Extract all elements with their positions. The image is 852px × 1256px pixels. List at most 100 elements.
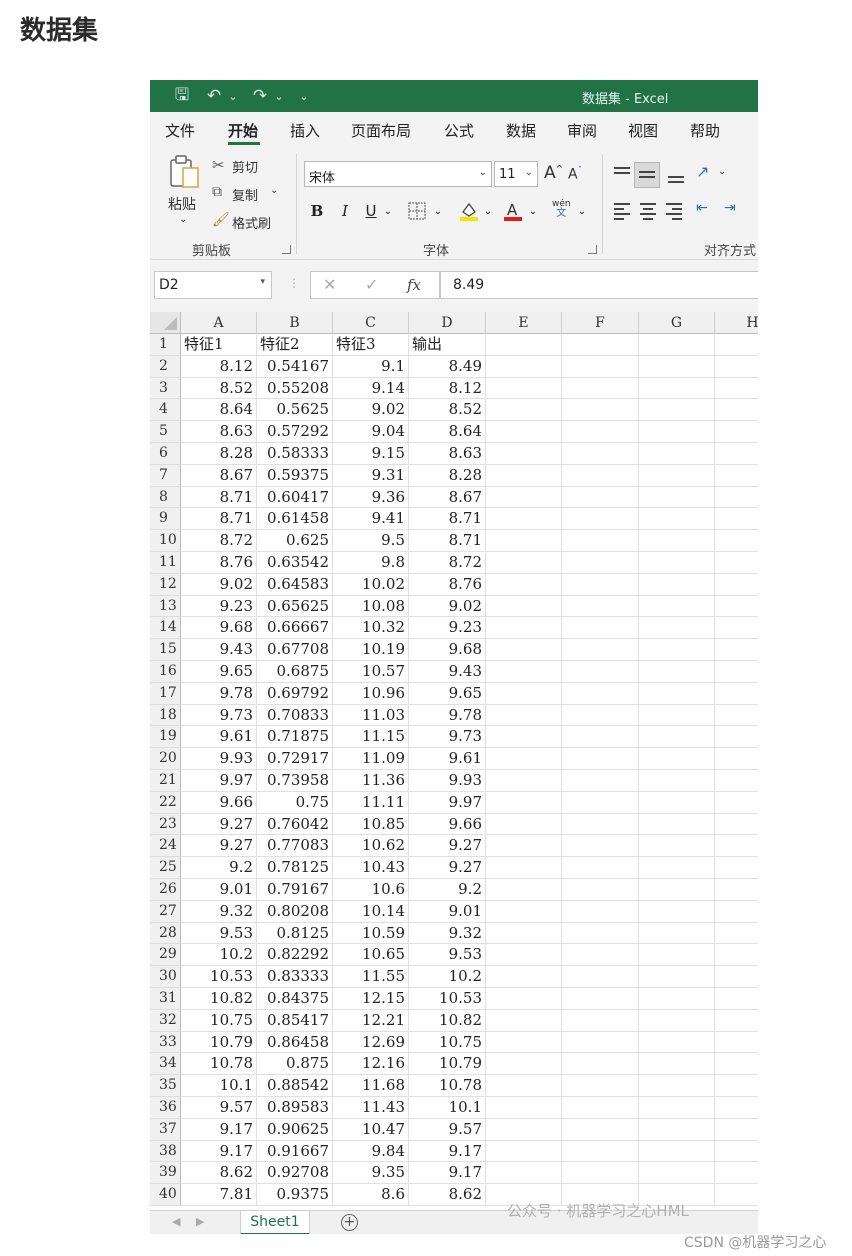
data-cell-a[interactable]: 10.53 [181,966,257,988]
empty-cell[interactable] [639,988,715,1010]
empty-cell[interactable] [639,552,715,574]
empty-cell[interactable] [639,835,715,858]
data-cell-c[interactable]: 12.16 [333,1053,409,1076]
row-header[interactable]: 33 [150,1031,181,1054]
paste-dropdown-icon[interactable]: ⌄ [179,214,187,225]
empty-cell[interactable] [486,1162,562,1185]
align-middle-icon[interactable] [634,162,660,188]
name-box-dropdown-icon[interactable]: ▾ [260,277,265,287]
row-header[interactable]: 19 [150,726,181,749]
empty-cell[interactable] [562,595,639,618]
prev-sheet-icon[interactable]: ◀ [172,1215,180,1228]
row-header[interactable]: 25 [150,857,181,879]
empty-cell[interactable] [639,639,715,661]
empty-cell[interactable] [486,464,562,487]
empty-cell[interactable] [715,617,758,640]
data-cell-b[interactable]: 0.85417 [257,1009,333,1032]
data-cell-c[interactable]: 10.02 [333,573,409,596]
column-header-b[interactable]: B [257,312,333,334]
row-header[interactable]: 32 [150,1009,181,1032]
empty-cell[interactable] [715,683,758,705]
row-header[interactable]: 13 [150,595,181,618]
data-cell-d[interactable]: 8.67 [409,486,486,509]
row-header[interactable]: 26 [150,879,181,901]
data-cell-d[interactable]: 9.78 [409,704,486,727]
empty-cell[interactable] [486,1075,562,1097]
data-cell-c[interactable]: 10.85 [333,813,409,836]
row-header[interactable]: 18 [150,704,181,727]
align-center-icon[interactable] [638,202,658,220]
increase-font-size-button[interactable]: A^ [544,163,563,183]
data-cell-c[interactable]: 12.69 [333,1031,409,1054]
empty-cell[interactable] [715,508,758,531]
empty-cell[interactable] [639,486,715,509]
row-header[interactable]: 40 [150,1184,181,1206]
empty-cell[interactable] [562,464,639,487]
data-cell-a[interactable]: 10.75 [181,1009,257,1032]
empty-cell[interactable] [486,421,562,443]
row-header[interactable]: 27 [150,900,181,923]
underline-dropdown-icon[interactable]: ⌄ [382,198,394,224]
empty-cell[interactable] [562,813,639,836]
data-cell-d[interactable]: 8.28 [409,464,486,487]
save-icon[interactable]: 🖫 [168,80,196,112]
row-header[interactable]: 20 [150,748,181,770]
empty-cell[interactable] [639,857,715,879]
column-header-h[interactable]: H [715,312,758,334]
empty-cell[interactable] [562,835,639,858]
data-cell-d[interactable]: 8.52 [409,399,486,422]
data-cell-c[interactable]: 11.03 [333,704,409,727]
data-cell-a[interactable]: 10.78 [181,1053,257,1076]
data-cell-a[interactable]: 9.93 [181,748,257,770]
data-cell-d[interactable]: 9.32 [409,922,486,945]
empty-cell[interactable] [486,900,562,923]
data-cell-a[interactable]: 10.1 [181,1075,257,1097]
empty-cell[interactable] [562,617,639,640]
data-cell-b[interactable]: 0.73958 [257,770,333,792]
data-cell-b[interactable]: 0.71875 [257,726,333,749]
empty-cell[interactable] [562,944,639,967]
empty-cell[interactable] [715,596,758,618]
empty-cell[interactable] [639,791,715,814]
data-cell-c[interactable]: 10.65 [333,944,409,967]
empty-cell[interactable] [715,487,758,509]
empty-cell[interactable] [562,879,639,901]
data-cell-a[interactable]: 9.23 [181,595,257,618]
empty-cell[interactable] [639,682,715,705]
empty-cell[interactable] [715,334,758,356]
copy-icon[interactable]: ⧉ [212,184,222,200]
tab-data[interactable]: 数据 [506,120,536,141]
empty-cell[interactable] [562,530,639,552]
empty-cell[interactable] [486,682,562,705]
row-header[interactable]: 1 [150,334,181,356]
data-cell-d[interactable]: 9.02 [409,595,486,618]
data-cell-d[interactable]: 8.72 [409,552,486,574]
scissors-icon[interactable]: ✂ [212,156,225,174]
data-cell-b[interactable]: 0.57292 [257,421,333,443]
data-cell-b[interactable]: 0.63542 [257,552,333,574]
data-cell-b[interactable]: 0.91667 [257,1140,333,1163]
data-cell-b[interactable]: 0.79167 [257,879,333,901]
data-cell-a[interactable]: 8.63 [181,421,257,443]
empty-cell[interactable] [639,879,715,901]
data-cell-c[interactable]: 9.31 [333,464,409,487]
undo-dropdown-icon[interactable]: ⌄ [226,80,240,112]
data-cell-c[interactable]: 10.19 [333,639,409,661]
empty-cell[interactable] [562,486,639,509]
data-cell-a[interactable]: 10.79 [181,1031,257,1054]
formula-input[interactable]: 8.49 [440,271,758,299]
data-cell-b[interactable]: 0.875 [257,1053,333,1076]
empty-cell[interactable] [715,1141,758,1163]
data-cell-b[interactable]: 0.92708 [257,1162,333,1185]
empty-cell[interactable] [486,1097,562,1119]
empty-cell[interactable] [562,1075,639,1097]
empty-cell[interactable] [639,900,715,923]
header-cell-c[interactable]: 特征3 [333,334,409,356]
data-cell-b[interactable]: 0.61458 [257,508,333,531]
data-cell-c[interactable]: 9.02 [333,399,409,422]
data-cell-c[interactable]: 10.96 [333,682,409,705]
empty-cell[interactable] [486,966,562,988]
empty-cell[interactable] [715,1053,758,1076]
align-right-icon[interactable] [664,202,684,220]
empty-cell[interactable] [639,1162,715,1185]
